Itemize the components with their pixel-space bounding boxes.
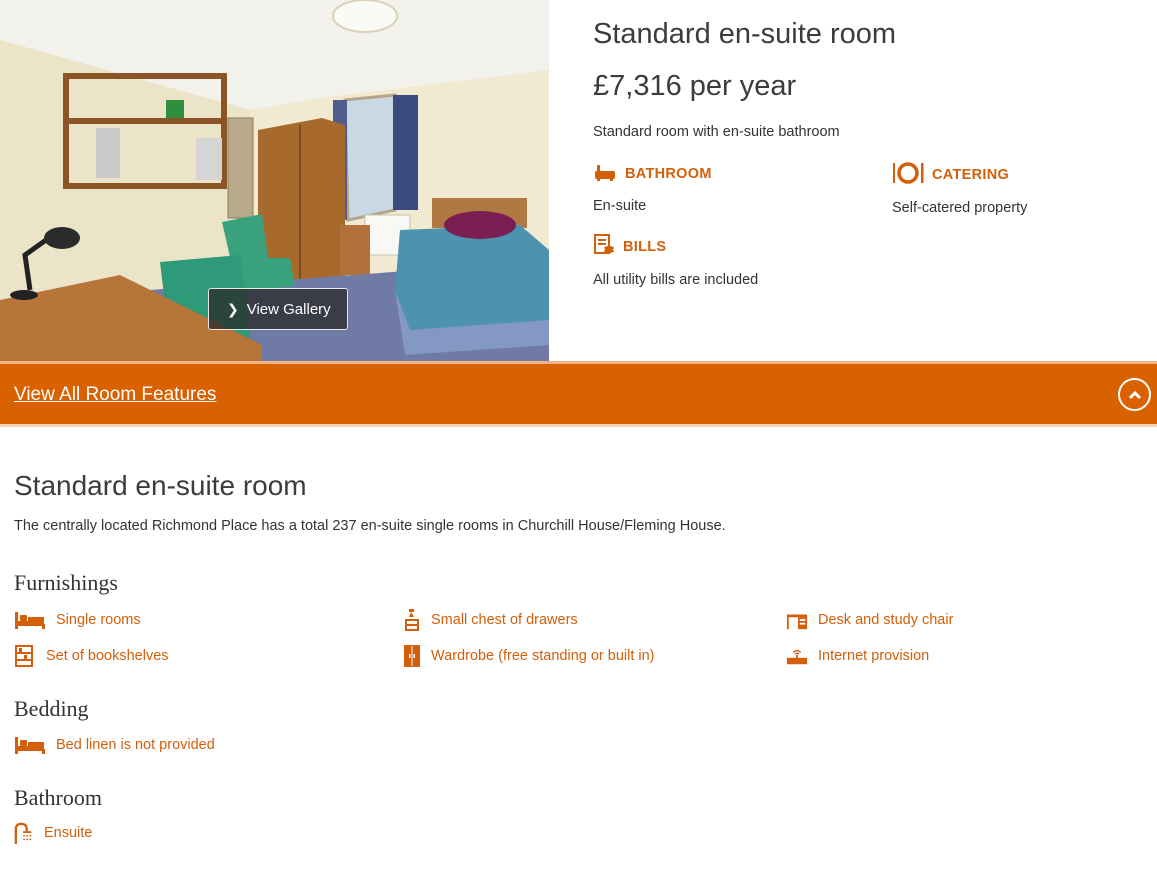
list-item: Wardrobe (free standing or built in) (403, 645, 655, 667)
list-item: Internet provision (786, 645, 929, 667)
list-item: Set of bookshelves (14, 645, 169, 667)
room-title: Standard en-suite room (593, 18, 897, 50)
bathroom-heading: Bathroom (14, 785, 102, 810)
bathroom-item-label: Ensuite (44, 825, 93, 841)
desk-icon (786, 609, 808, 631)
feature-catering-label: CATERING (932, 167, 1010, 183)
furnishing-label: Small chest of drawers (431, 612, 578, 628)
chevron-up-icon[interactable] (1118, 378, 1151, 411)
feature-catering-value: Self-catered property (892, 200, 1028, 216)
view-gallery-label: View Gallery (246, 300, 331, 318)
list-item: Small chest of drawers (403, 609, 578, 631)
plate-cutlery-icon (892, 162, 924, 188)
bookshelf-icon (14, 645, 36, 667)
feature-bills-label: BILLS (623, 239, 667, 255)
furnishing-label: Single rooms (56, 612, 141, 628)
feature-bathroom-value: En-suite (593, 198, 647, 214)
room-features-bar: View All Room Features (0, 361, 1157, 427)
router-icon (786, 645, 808, 667)
furnishing-label: Wardrobe (free standing or built in) (431, 648, 655, 664)
view-all-room-features-link[interactable]: View All Room Features (14, 384, 216, 406)
furnishings-heading: Furnishings (14, 570, 118, 595)
furnishing-label: Set of bookshelves (46, 648, 169, 664)
chevron-right-icon: ❯ (227, 300, 239, 317)
bed-icon (14, 734, 46, 756)
list-item: Ensuite (14, 822, 92, 844)
feature-bathroom: BATHROOM En-suite (593, 162, 712, 214)
furnishing-label: Desk and study chair (818, 612, 954, 628)
room-details: Standard en-suite room The centrally loc… (14, 470, 1144, 844)
details-text: The centrally located Richmond Place has… (14, 518, 726, 534)
feature-bills: BILLS All utility bills are included (593, 234, 758, 288)
bill-icon (593, 234, 615, 260)
wardrobe-icon (403, 645, 421, 667)
bedding-heading: Bedding (14, 696, 89, 721)
feature-bathroom-label: BATHROOM (625, 166, 712, 182)
shower-icon (14, 822, 34, 844)
bedding-label: Bed linen is not provided (56, 737, 215, 753)
list-item: Single rooms (14, 609, 141, 631)
room-price: £7,316 per year (593, 70, 797, 102)
furnishing-label: Internet provision (818, 648, 930, 664)
view-gallery-button[interactable]: ❯ View Gallery (208, 288, 348, 330)
list-item: Bed linen is not provided (14, 734, 215, 756)
drawers-icon (403, 609, 421, 631)
bath-icon (593, 162, 617, 186)
list-item: Desk and study chair (786, 609, 953, 631)
room-photo[interactable]: ❯ View Gallery (0, 0, 549, 361)
feature-catering: CATERING Self-catered property (892, 162, 1027, 216)
details-title: Standard en-suite room (14, 470, 307, 501)
room-description: Standard room with en-suite bathroom (593, 124, 840, 140)
feature-bills-value: All utility bills are included (593, 272, 759, 288)
room-summary: ❯ View Gallery Standard en-suite room £7… (0, 0, 1157, 361)
bed-icon (14, 609, 46, 631)
